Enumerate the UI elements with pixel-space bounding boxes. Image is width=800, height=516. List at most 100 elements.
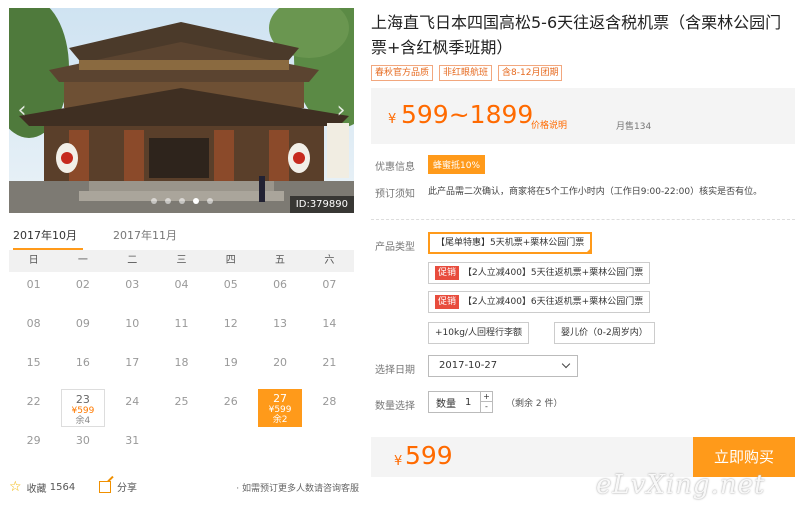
- favorite-button[interactable]: ☆ 收藏 1564: [9, 479, 75, 495]
- calendar-day-number: 22: [26, 395, 41, 408]
- remaining-stock: （剩余 2 件）: [506, 399, 563, 409]
- calendar-day: 06: [255, 272, 304, 311]
- product-type-option[interactable]: 婴儿价（0-2周岁内）: [554, 322, 655, 344]
- calendar-day-number: 27: [273, 392, 288, 405]
- photo-dot[interactable]: [206, 198, 213, 204]
- calendar-day: 19: [206, 350, 255, 389]
- calendar-day-price: ¥599: [268, 405, 292, 415]
- calendar-day-price: ¥599: [71, 406, 95, 416]
- calendar-day: 15: [9, 350, 58, 389]
- calendar-day: 11: [157, 311, 206, 350]
- quantity-stepper[interactable]: 数量 1 + -: [428, 391, 493, 413]
- calendar-day: 29: [9, 428, 58, 467]
- final-currency-symbol: ¥: [394, 454, 403, 469]
- calendar-day: 26: [206, 389, 255, 428]
- calendar-day-number: 14: [322, 317, 337, 330]
- calendar-day: 08: [9, 311, 58, 350]
- booking-notice-label: 预订须知: [375, 189, 415, 200]
- weekday-label: 三: [176, 255, 187, 266]
- booking-notice-text: 此产品需二次确认，商家将在5个工作小时内（工作日9:00-22:00）核实是否有…: [428, 187, 763, 197]
- calendar-day-number: 02: [75, 278, 90, 291]
- calendar-day: 14: [305, 311, 354, 350]
- tab-month-nov[interactable]: 2017年11月: [113, 228, 177, 250]
- product-tag: 含8-12月团期: [498, 65, 563, 81]
- calendar-day: 04: [157, 272, 206, 311]
- weekday-label: 四: [225, 255, 236, 266]
- calendar-day: 05: [206, 272, 255, 311]
- promo-info-label: 优惠信息: [375, 162, 415, 173]
- photo-dot[interactable]: [178, 198, 185, 204]
- photo-dot[interactable]: [150, 198, 157, 204]
- quantity-increase-button[interactable]: +: [481, 392, 492, 402]
- calendar-day-available[interactable]: 27 ¥599 余2: [258, 389, 302, 427]
- photo-dot-active[interactable]: [192, 198, 199, 204]
- quantity-decrease-button[interactable]: -: [481, 402, 492, 412]
- monthly-sales: 月售134: [616, 122, 652, 132]
- calendar-day: [157, 428, 206, 467]
- calendar-day: [255, 428, 304, 467]
- calendar-day: 28: [305, 389, 354, 428]
- product-photo: ‹ › ID:379890: [9, 8, 354, 213]
- product-type-option-selected[interactable]: 【尾单特惠】5天机票+栗林公园门票: [428, 232, 593, 254]
- calendar-day-number: 18: [174, 356, 189, 369]
- calendar-day-number: 11: [174, 317, 189, 330]
- product-actions: ☆ 收藏 1564 分享 · 如需预订更多人数请咨询客服: [9, 479, 359, 497]
- calendar-day-number: 07: [322, 278, 337, 291]
- prev-photo-arrow-icon[interactable]: ‹: [13, 98, 31, 124]
- date-select[interactable]: 2017-10-27: [428, 355, 578, 377]
- product-type-option-label: 【2人立减400】6天往返机票+栗林公园门票: [463, 297, 644, 307]
- next-photo-arrow-icon[interactable]: ›: [332, 98, 350, 124]
- calendar-day: 13: [255, 311, 304, 350]
- calendar-day-number: 13: [273, 317, 288, 330]
- favorite-count: 1564: [49, 481, 76, 493]
- calendar-day-number: 30: [75, 434, 90, 447]
- calendar-weekday-header: 日 一 二 三 四 五 六: [9, 250, 354, 272]
- date-value: 2017-10-27: [439, 360, 498, 371]
- calendar-day-number: 06: [273, 278, 288, 291]
- calendar-day-number: 05: [223, 278, 238, 291]
- calendar-day: 07: [305, 272, 354, 311]
- calendar-day: 12: [206, 311, 255, 350]
- share-button[interactable]: 分享: [99, 479, 137, 494]
- site-watermark: eLvXing.net: [596, 470, 766, 500]
- photo-dot[interactable]: [164, 198, 171, 204]
- calendar-day: [206, 428, 255, 467]
- photo-id-label: ID:379890: [289, 196, 354, 213]
- calendar-day-number: 23: [75, 393, 90, 406]
- price-explain-link[interactable]: 价格说明: [531, 118, 567, 131]
- product-type-option[interactable]: 促销 【2人立减400】5天往返机票+栗林公园门票: [428, 262, 651, 284]
- chevron-down-icon: [561, 359, 571, 369]
- calendar-day-number: 17: [125, 356, 140, 369]
- quantity-step-buttons: + -: [480, 392, 492, 412]
- tab-month-oct[interactable]: 2017年10月: [13, 228, 83, 250]
- calendar-grid: 01 02 03 04 05 06 07 08 09 10 11 12 13 14 15 16 17 18 19 20…: [9, 272, 354, 467]
- product-type-option[interactable]: 促销 【2人立减400】6天往返机票+栗林公园门票: [428, 291, 651, 313]
- product-type-option[interactable]: +10kg/人回程行李额: [428, 322, 529, 344]
- calendar-day: 31: [108, 428, 157, 467]
- quantity-value[interactable]: 1: [465, 397, 479, 408]
- calendar-day-available[interactable]: 23 ¥599 余4: [61, 389, 105, 427]
- star-icon: ☆: [9, 479, 22, 495]
- promo-tag: 促销: [435, 266, 460, 280]
- quantity-prefix: 数量: [436, 398, 456, 410]
- product-type-label: 产品类型: [375, 242, 415, 253]
- weekday-label: 六: [324, 255, 335, 266]
- calendar-day: 02: [58, 272, 107, 311]
- temple-photo-illustration: [9, 8, 354, 213]
- calendar-day-number: 24: [125, 395, 140, 408]
- calendar-day-number: 29: [26, 434, 41, 447]
- customer-service-tip: · 如需预订更多人数请咨询客服: [236, 484, 359, 494]
- weekday-label: 日: [28, 255, 39, 266]
- calendar-day: 18: [157, 350, 206, 389]
- calendar-day: 09: [58, 311, 107, 350]
- calendar-day-stock: 余4: [75, 416, 91, 426]
- product-tags: 春秋官方品质 非红眼航班 含8-12月团期: [371, 65, 563, 81]
- calendar-day-number: 19: [223, 356, 238, 369]
- departure-calendar: 日 一 二 三 四 五 六 01 02 03 04 05 06 07 08 09 10 11 12 13…: [9, 250, 354, 467]
- product-type-option-label: 婴儿价（0-2周岁内）: [561, 328, 648, 338]
- calendar-day-number: 25: [174, 395, 189, 408]
- calendar-day-number: 26: [223, 395, 238, 408]
- calendar-day-number: 31: [125, 434, 140, 447]
- calendar-day: [305, 428, 354, 467]
- calendar-day: 21: [305, 350, 354, 389]
